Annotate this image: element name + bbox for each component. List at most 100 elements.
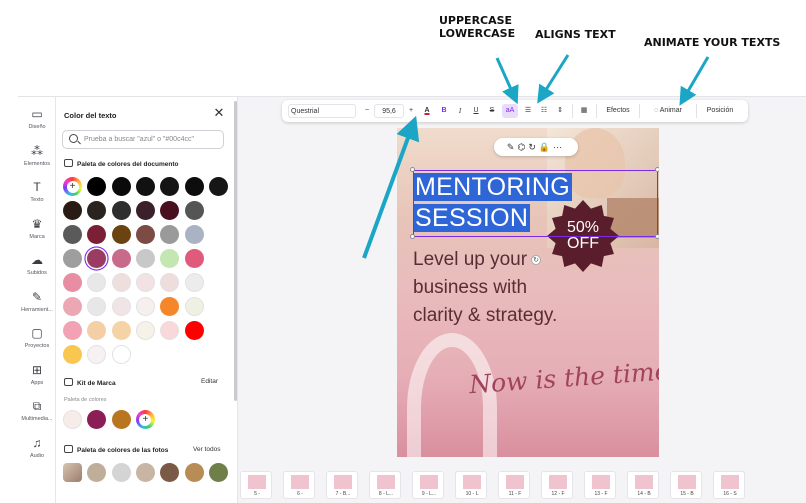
color-swatch[interactable] [160,249,180,268]
color-swatch[interactable] [135,273,155,292]
color-swatch[interactable] [111,273,131,292]
color-swatch[interactable] [160,225,180,244]
color-swatch[interactable] [63,249,82,268]
underline-button[interactable]: U [470,104,482,118]
letter-case-button[interactable]: aA [502,104,518,118]
color-swatch[interactable] [87,273,107,292]
effects-button[interactable]: Efectos [602,104,634,118]
rail-item[interactable]: ☁ Subidos [18,253,56,276]
rail-item[interactable]: ⧉ Multimedia... [18,399,56,422]
color-swatch[interactable] [111,225,131,244]
color-swatch[interactable] [63,345,82,364]
page-thumbnail[interactable]: 6 - [283,471,315,499]
script-tagline[interactable]: Now is the time. [468,356,659,399]
color-swatch[interactable] [184,321,204,340]
color-swatch[interactable] [63,273,82,292]
color-swatch[interactable] [160,177,180,196]
animate-button[interactable]: ◌ Animar [644,104,692,118]
page-thumbnail[interactable]: 10 - L [455,471,487,499]
color-swatch[interactable] [135,201,155,220]
color-swatch[interactable] [63,321,82,340]
rail-item[interactable]: ✎ Herramient... [18,290,56,313]
color-swatch[interactable] [135,225,155,244]
italic-button[interactable]: I [454,104,466,118]
color-swatch[interactable] [63,297,82,316]
color-swatch[interactable] [135,321,155,340]
color-swatch[interactable] [63,201,82,220]
color-swatch[interactable] [87,177,107,196]
color-search-input[interactable]: Prueba a buscar "azul" o "#00c4cc" [62,130,224,149]
color-swatch[interactable] [184,297,204,316]
photo-color-swatch[interactable] [184,463,204,482]
rail-item[interactable]: T Texto [18,180,56,203]
color-swatch[interactable] [184,249,204,268]
color-swatch[interactable] [184,273,204,292]
color-swatch[interactable] [160,321,180,340]
page-thumbnail[interactable]: 16 - S [713,471,745,499]
list-button[interactable]: ☷ [538,104,550,118]
color-swatch[interactable] [111,201,131,220]
photo-color-swatch[interactable] [87,463,107,482]
color-swatch[interactable] [160,273,180,292]
page-thumbnail[interactable]: 15 - B [670,471,702,499]
color-swatch[interactable] [184,201,204,220]
color-swatch[interactable] [87,201,107,220]
brand-kit-edit-link[interactable]: Editar [201,378,218,385]
color-swatch[interactable] [87,249,107,268]
photo-color-swatch[interactable] [208,463,228,482]
page-thumbnail[interactable]: 9 - L... [412,471,444,499]
rail-item[interactable]: ⁂ Elementos [18,144,56,167]
add-color-swatch[interactable]: + [63,177,82,196]
color-swatch[interactable] [87,297,107,316]
body-text-line-3[interactable]: clarity & strategy. [413,304,557,327]
body-text-line-2[interactable]: business with [413,276,527,299]
photo-thumbnail[interactable] [63,463,82,482]
resize-handle[interactable] [410,167,415,172]
photo-color-swatch[interactable] [135,463,155,482]
color-swatch[interactable] [111,345,131,364]
brand-color-swatch[interactable] [111,410,131,429]
page-thumbnail[interactable]: 11 - F [498,471,530,499]
color-swatch[interactable] [63,225,82,244]
align-text-button[interactable]: ☰ [522,104,534,118]
brand-color-swatch[interactable] [87,410,107,429]
rail-item[interactable]: ♫ Audio [18,436,56,459]
close-icon[interactable]: ✕ [212,106,226,120]
color-swatch[interactable] [135,177,155,196]
color-swatch[interactable] [87,345,107,364]
color-swatch[interactable] [111,321,131,340]
photo-palette-see-all[interactable]: Ver todos [193,446,220,453]
color-swatch[interactable] [111,249,131,268]
bold-button[interactable]: B [438,104,450,118]
transparency-button[interactable]: ▦ [578,104,590,118]
spacing-button[interactable]: ⇕ [554,104,566,118]
color-swatch[interactable] [87,225,107,244]
page-thumbnail[interactable]: 12 - F [541,471,573,499]
design-canvas[interactable]: ✎⌬↻🔒⋯ MENTORING SESSION 50% OFF ↻ Level … [397,128,659,457]
font-size-increase-button[interactable]: + [406,104,416,118]
color-swatch[interactable] [111,297,131,316]
position-button[interactable]: Posición [702,104,738,118]
color-swatch[interactable] [208,177,228,196]
page-thumbnail[interactable]: 14 - B [627,471,659,499]
page-thumbnail[interactable]: 7 - B... [326,471,358,499]
photo-color-swatch[interactable] [111,463,131,482]
rail-item[interactable]: ▭ Diseño [18,107,56,130]
element-quick-actions[interactable]: ✎⌬↻🔒⋯ [494,138,578,156]
panel-scrollbar[interactable] [234,101,237,401]
rail-item[interactable]: ♛ Marca [18,217,56,240]
color-swatch[interactable] [135,297,155,316]
rail-item[interactable]: ⊞ Apps [18,363,56,386]
color-swatch[interactable] [160,201,180,220]
page-thumbnail[interactable]: 8 - L... [369,471,401,499]
color-swatch[interactable] [135,249,155,268]
photo-color-swatch[interactable] [160,463,180,482]
resize-handle[interactable] [655,234,659,239]
text-color-button[interactable]: A [420,104,434,118]
color-swatch[interactable] [111,177,131,196]
color-swatch[interactable] [184,225,204,244]
page-thumbnail[interactable]: 13 - F [584,471,616,499]
page-thumbnail[interactable]: 5 - [240,471,272,499]
body-text-line-1[interactable]: Level up your [413,248,527,271]
color-swatch[interactable] [184,177,204,196]
